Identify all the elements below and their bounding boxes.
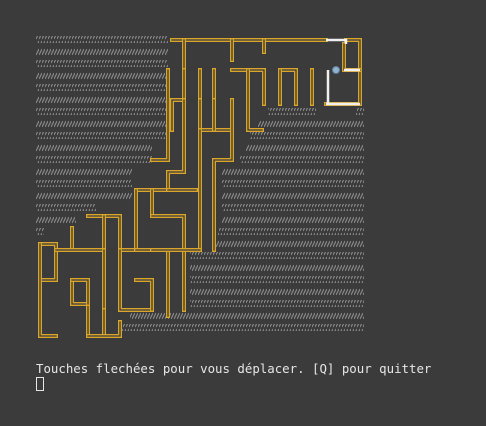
fog-hatch-row [218, 228, 364, 235]
maze-wall-gap [343, 43, 361, 71]
help-text: Touches flechées pour vous déplacer. [Q]… [36, 361, 432, 376]
fog-hatch-row [190, 288, 364, 295]
fog-hatch-row [268, 108, 316, 115]
fog-hatch-row [36, 204, 96, 211]
fog-hatch-row [222, 204, 364, 211]
maze-wall [38, 242, 58, 282]
fog-hatch-row [120, 324, 364, 331]
fog-hatch-row [190, 300, 364, 307]
fog-hatch-row [36, 96, 168, 103]
fog-hatch-row [246, 144, 364, 151]
fog-hatch-row [36, 48, 168, 55]
maze-wall [70, 278, 90, 306]
fog-hatch-row [36, 192, 132, 199]
fog-hatch-row [212, 240, 364, 247]
fog-hatch-row [240, 156, 364, 163]
maze-wall-gap [71, 279, 89, 305]
fog-hatch-row [36, 216, 76, 223]
maze-wall [70, 278, 90, 338]
player-token-icon [332, 66, 340, 74]
text-cursor-icon [36, 377, 44, 391]
fog-hatch-row [222, 192, 364, 199]
fog-hatch-row [250, 132, 364, 139]
fog-hatch-row [36, 108, 168, 115]
maze-wall-gap [279, 69, 297, 105]
maze-wall [86, 214, 106, 252]
maze-wall-gap [71, 279, 89, 337]
maze-wall-gap [247, 69, 265, 105]
fog-hatch-row [36, 144, 152, 151]
fog-hatch-row [222, 168, 364, 175]
fog-hatch-row [258, 120, 364, 127]
fog-hatch-row [222, 216, 364, 223]
game-terminal[interactable]: Touches flechées pour vous déplacer. [Q]… [0, 0, 486, 426]
fog-hatch-row [222, 180, 364, 187]
fog-hatch-row [36, 120, 168, 127]
maze-wall [134, 278, 154, 312]
fog-hatch-row [36, 84, 168, 91]
fog-hatch-row [36, 132, 168, 139]
fog-hatch-row [36, 228, 44, 235]
maze-wall [246, 68, 266, 106]
maze-wall [150, 214, 186, 252]
maze-wall-gap [39, 243, 57, 337]
maze-wall-gap [39, 243, 57, 281]
maze-wall-gap [151, 215, 185, 251]
maze-wall [38, 242, 58, 338]
fog-hatch-row [190, 264, 364, 271]
maze-wall [342, 42, 362, 72]
maze-wall-gap [87, 215, 105, 251]
fog-hatch-row [36, 156, 152, 163]
fog-hatch-row [36, 72, 168, 79]
fog-hatch-row [36, 168, 132, 175]
fog-hatch-row [36, 36, 168, 43]
maze-wall-gap [135, 279, 153, 311]
maze-wall [278, 68, 298, 106]
fog-hatch-row [356, 108, 364, 115]
fog-hatch-row [36, 60, 168, 67]
fog-hatch-row [190, 276, 364, 283]
fog-hatch-row [190, 252, 364, 259]
fog-hatch-row [130, 312, 364, 319]
fog-hatch-row [36, 180, 132, 187]
